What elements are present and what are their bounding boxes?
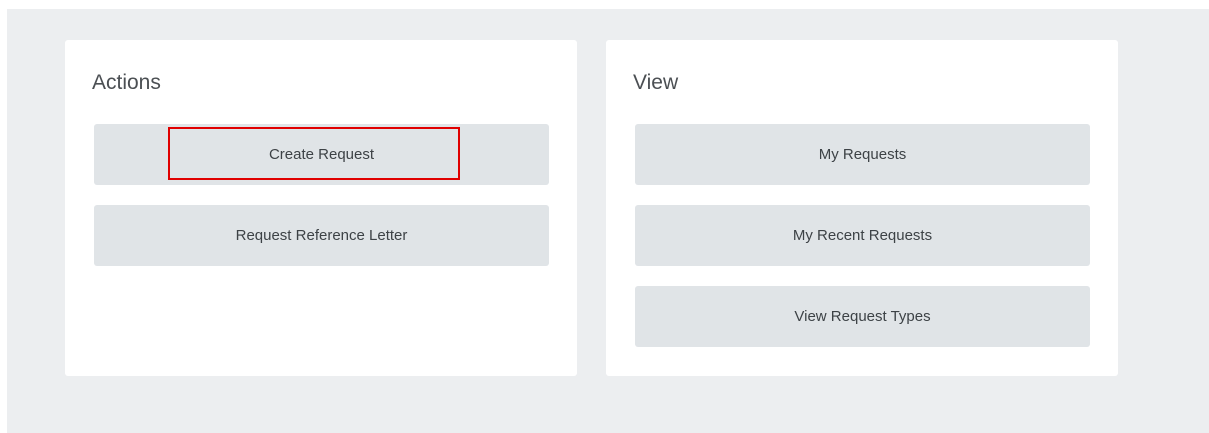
request-reference-letter-button[interactable]: Request Reference Letter: [94, 205, 549, 266]
actions-card: Actions Create Request Request Reference…: [65, 40, 577, 376]
actions-card-title: Actions: [92, 71, 161, 94]
my-requests-button[interactable]: My Requests: [635, 124, 1090, 185]
view-request-types-button[interactable]: View Request Types: [635, 286, 1090, 347]
my-recent-requests-button[interactable]: My Recent Requests: [635, 205, 1090, 266]
view-card: View My Requests My Recent Requests View…: [606, 40, 1118, 376]
create-request-button[interactable]: Create Request: [94, 124, 549, 185]
view-card-title: View: [633, 71, 679, 94]
